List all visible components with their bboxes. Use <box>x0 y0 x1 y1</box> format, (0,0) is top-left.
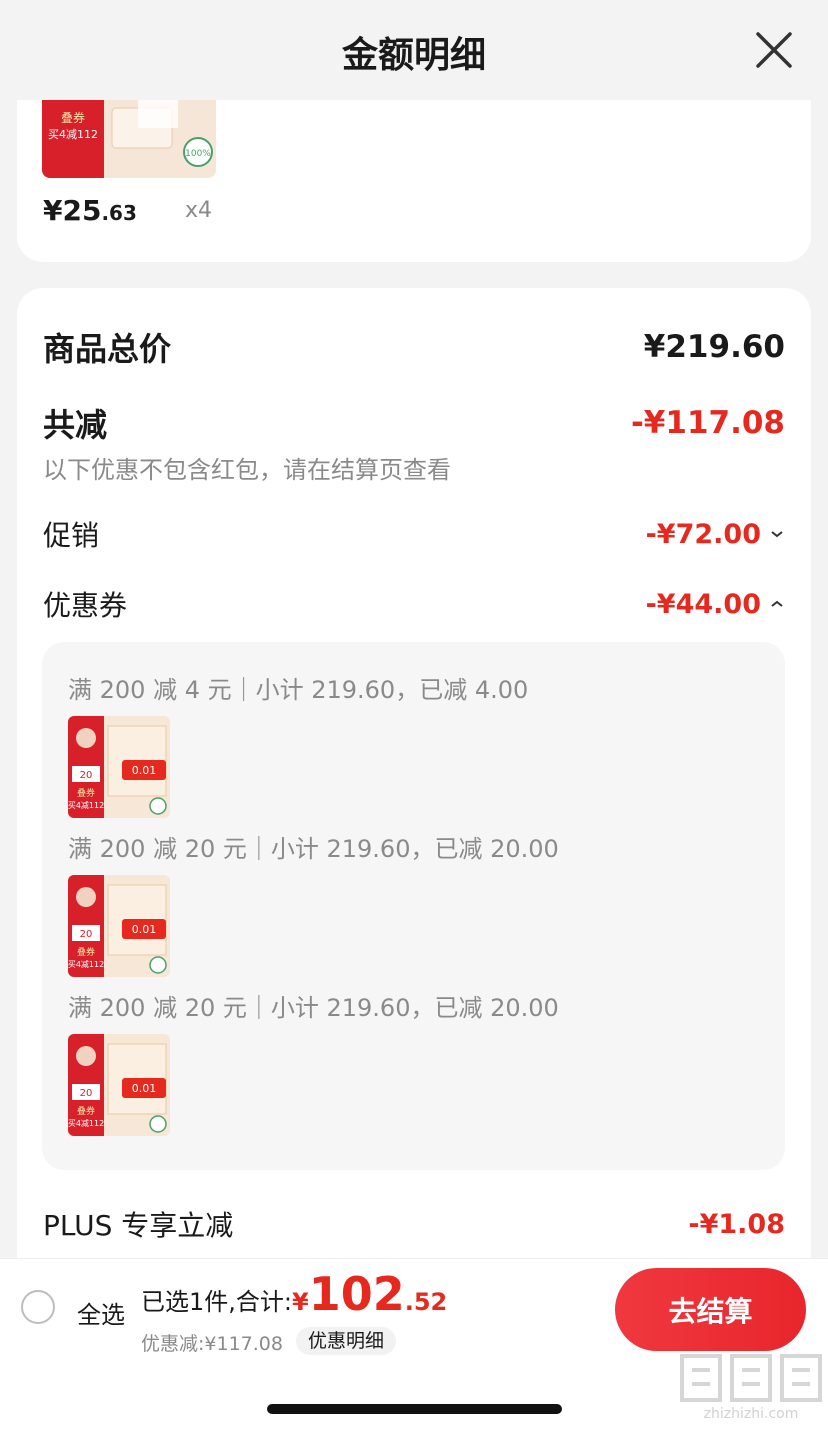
promo-value-wrap: -¥72.00 <box>646 519 785 550</box>
checkout-bar: 全选 已选1件,合计: ¥ 102 .52 优惠减:¥117.08 优惠明细 去… <box>0 1258 828 1358</box>
plus-discount-label: PLUS 专享立减 <box>43 1209 234 1242</box>
thumb-number: 20 <box>80 1088 93 1099</box>
coupon-value-wrap: -¥44.00 <box>646 589 785 620</box>
thumb-price: 0.01 <box>132 1082 157 1095</box>
thumb-number: 20 <box>80 770 93 781</box>
coupon-product-thumbnail[interactable]: 20 叠券 买4减112 0.01 <box>68 716 170 818</box>
goods-total-label: 商品总价 <box>43 330 172 368</box>
product-thumbnail[interactable]: 叠券 买4减112 100% <box>42 100 216 178</box>
goods-total-value: ¥219.60 <box>643 329 785 365</box>
discount-summary: 优惠减:¥117.08 <box>141 1333 283 1355</box>
home-indicator[interactable] <box>267 1404 562 1414</box>
total-integer: 102 <box>308 1267 405 1321</box>
coupon-row[interactable]: 优惠券 -¥44.00 <box>43 584 785 624</box>
total-currency: ¥ <box>291 1288 309 1316</box>
thumb-text-1: 叠券 <box>77 946 95 958</box>
coupon-product-thumbnail[interactable]: 20 叠券 买4减112 0.01 <box>68 1034 170 1136</box>
thumb-badge: 100% <box>185 149 211 159</box>
coupon-line-1: 满 200 减 4 元｜小计 219.60，已减 4.00 <box>68 676 529 704</box>
goods-total-row: 商品总价 ¥219.60 <box>43 324 785 370</box>
discount-note: 以下优惠不包含红包，请在结算页查看 <box>43 456 451 484</box>
total-discount-value: -¥117.08 <box>630 405 785 441</box>
select-all-label[interactable]: 全选 <box>77 1295 125 1330</box>
selected-count-label: 已选1件,合计: <box>141 1288 292 1316</box>
chevron-down-icon[interactable] <box>769 526 785 542</box>
thumb-price: 0.01 <box>132 764 157 777</box>
checkout-button[interactable]: 去结算 <box>615 1268 806 1351</box>
select-all-radio[interactable] <box>21 1290 55 1324</box>
coupon-label: 优惠券 <box>43 589 128 622</box>
sheet-header: 金额明细 <box>0 0 828 100</box>
plus-discount-row: PLUS 专享立减 -¥1.08 <box>43 1204 785 1244</box>
coupon-detail-box: 满 200 减 4 元｜小计 219.60，已减 4.00 20 叠券 买4减1… <box>42 642 785 1170</box>
thumb-text-2: 买4减112 <box>48 128 98 141</box>
total-discount-row: 共减 -¥117.08 <box>43 400 785 446</box>
product-image: 20 叠券 买4减112 0.01 <box>68 875 170 977</box>
order-total: 已选1件,合计: ¥ 102 .52 <box>141 1271 447 1317</box>
chevron-up-icon[interactable] <box>769 596 785 612</box>
close-icon[interactable] <box>752 28 796 72</box>
thumb-text-2: 买4减112 <box>68 959 104 969</box>
thumb-text-2: 买4减112 <box>68 1118 104 1128</box>
thumb-number: 20 <box>80 929 93 940</box>
thumb-text-1: 叠券 <box>77 787 95 799</box>
coupon-value: -¥44.00 <box>645 588 761 620</box>
promo-row[interactable]: 促销 -¥72.00 <box>43 514 785 554</box>
watermark: zhizhizhi.com <box>678 1350 824 1426</box>
discount-detail-button[interactable]: 优惠明细 <box>296 1327 397 1355</box>
watermark-logo-icon <box>680 1354 822 1402</box>
coupon-line-3: 满 200 减 20 元｜小计 219.60，已减 20.00 <box>68 994 559 1022</box>
thumb-price: 0.01 <box>132 923 157 936</box>
plus-discount-value: -¥1.08 <box>688 1208 785 1240</box>
product-image: 叠券 买4减112 100% <box>42 100 216 178</box>
item-card: 叠券 买4减112 100% ¥25.63 x4 <box>17 100 811 262</box>
promo-value: -¥72.00 <box>645 518 761 550</box>
item-price-dec: .63 <box>101 201 137 225</box>
amount-detail-card: 商品总价 ¥219.60 共减 -¥117.08 以下优惠不包含红包，请在结算页… <box>17 288 811 1288</box>
total-decimal: .52 <box>404 1288 448 1316</box>
watermark-text: zhizhizhi.com <box>703 1406 799 1422</box>
product-image: 20 叠券 买4减112 0.01 <box>68 716 170 818</box>
item-price: ¥25.63 <box>43 194 137 227</box>
item-price-int: ¥25 <box>43 194 102 227</box>
product-image: 20 叠券 买4减112 0.01 <box>68 1034 170 1136</box>
thumb-text-2: 买4减112 <box>68 800 104 810</box>
sheet-title: 金额明细 <box>341 35 486 76</box>
thumb-text-1: 叠券 <box>61 110 85 125</box>
total-discount-label: 共减 <box>43 406 108 444</box>
coupon-line-2: 满 200 减 20 元｜小计 219.60，已减 20.00 <box>68 835 559 863</box>
promo-label: 促销 <box>43 519 100 552</box>
item-quantity: x4 <box>185 198 213 223</box>
coupon-product-thumbnail[interactable]: 20 叠券 买4减112 0.01 <box>68 875 170 977</box>
thumb-text-1: 叠券 <box>77 1105 95 1117</box>
